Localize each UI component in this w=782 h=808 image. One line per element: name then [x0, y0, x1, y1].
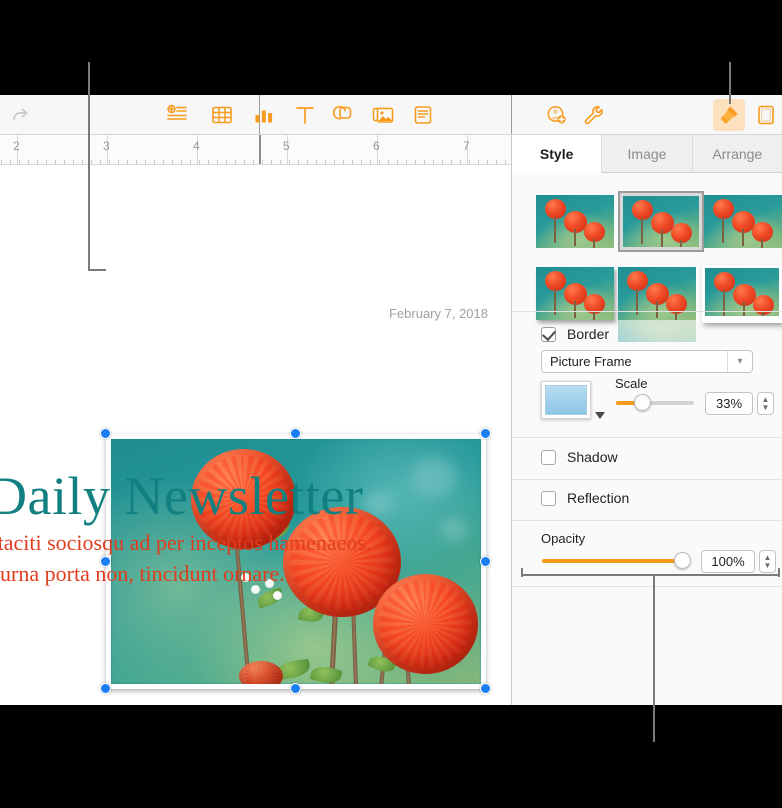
stepper-down-icon: ▼ — [761, 402, 770, 412]
reflection-label: Reflection — [567, 490, 630, 506]
opacity-stepper[interactable]: ▲ ▼ — [759, 550, 776, 573]
format-inspector-panel: Style Image Arrange Border Picture Frame… — [511, 135, 782, 705]
border-color-popup-arrow[interactable] — [595, 412, 605, 419]
selection-handle-top-center[interactable] — [290, 428, 301, 439]
chevron-down-icon: ▾ — [727, 351, 752, 372]
ruler-mark: 5 — [283, 139, 290, 153]
ruler-mark: 2 — [13, 139, 20, 153]
border-section: Border Picture Frame ▾ Scale 33% ▲ ▼ — [512, 325, 782, 435]
horizontal-ruler[interactable]: 2 3 4 5 6 7 — [0, 135, 511, 165]
border-type-select[interactable]: Picture Frame ▾ — [541, 350, 753, 373]
tab-image[interactable]: Image — [602, 135, 693, 172]
document-body-line-1: t taciti sociosqu ad per inceptos hamena… — [0, 530, 372, 555]
shadow-label: Shadow — [567, 449, 618, 465]
chart-button[interactable] — [248, 99, 280, 131]
selection-handle-top-left[interactable] — [100, 428, 111, 439]
callout-bracket-cap-left — [521, 568, 523, 577]
ruler-mark: 4 — [193, 139, 200, 153]
stepper-down-icon: ▼ — [763, 560, 772, 570]
callout-line-image-elbow — [88, 269, 106, 271]
border-scale-label: Scale — [615, 376, 648, 391]
callout-line-format-button — [729, 62, 731, 104]
comment-button[interactable] — [407, 99, 439, 131]
style-swatch-gray-frame[interactable] — [618, 191, 704, 252]
screenshot-root: 2 3 4 5 6 7 February 7, 2018 Daily Newsl… — [0, 0, 782, 808]
selection-handle-middle-right[interactable] — [480, 556, 491, 567]
document-body-line-2: s urna porta non, tincidunt ornare. — [0, 561, 285, 587]
tab-style[interactable]: Style — [512, 135, 603, 173]
selection-handle-bottom-center[interactable] — [290, 683, 301, 694]
ruler-mark: 6 — [373, 139, 380, 153]
opacity-slider[interactable] — [542, 559, 683, 563]
border-scale-stepper[interactable]: ▲ ▼ — [757, 392, 774, 415]
text-button[interactable] — [289, 99, 321, 131]
tab-arrange[interactable]: Arrange — [692, 135, 782, 172]
redo-button[interactable] — [4, 99, 36, 131]
selection-handle-bottom-left[interactable] — [100, 683, 111, 694]
border-checkbox[interactable] — [541, 327, 556, 342]
document-canvas[interactable]: February 7, 2018 Daily Newsletter t taci… — [0, 165, 511, 705]
border-type-value: Picture Frame — [550, 354, 632, 369]
reflection-checkbox[interactable] — [541, 491, 556, 506]
style-swatch-shadow[interactable] — [536, 267, 614, 320]
shadow-section: Shadow — [512, 449, 782, 482]
ruler-mark: 3 — [103, 139, 110, 153]
selection-handle-bottom-right[interactable] — [480, 683, 491, 694]
border-scale-value[interactable]: 33% — [705, 392, 753, 415]
document-date: February 7, 2018 — [388, 306, 488, 321]
ruler-margin-marker[interactable] — [259, 135, 261, 164]
callout-bracket-panel — [521, 574, 780, 576]
document-headline[interactable]: Daily Newsletter — [0, 465, 363, 527]
opacity-value[interactable]: 100% — [701, 550, 755, 573]
style-swatch-white-border[interactable] — [702, 265, 782, 323]
media-button[interactable] — [367, 99, 399, 131]
border-color-swatch[interactable] — [541, 381, 591, 419]
table-button[interactable] — [206, 99, 238, 131]
selection-handle-middle-left[interactable] — [100, 556, 111, 567]
callout-line-image — [88, 62, 90, 271]
toolbar-divider-right — [511, 95, 512, 134]
toolbar — [0, 95, 782, 135]
opacity-knob[interactable] — [674, 552, 691, 569]
border-scale-knob[interactable] — [633, 394, 651, 411]
style-swatch-plain-2[interactable] — [704, 195, 782, 248]
callout-bracket-cap-right — [778, 568, 780, 577]
reflection-section: Reflection — [512, 490, 782, 523]
border-label: Border — [567, 326, 610, 342]
document-body[interactable]: t taciti sociosqu ad per inceptos hamena… — [0, 527, 372, 589]
border-scale-slider[interactable] — [616, 401, 694, 405]
collaborate-button[interactable] — [541, 99, 573, 131]
image-styles-grid — [512, 173, 782, 342]
shadow-checkbox[interactable] — [541, 450, 556, 465]
selection-handle-top-right[interactable] — [480, 428, 491, 439]
shape-button[interactable] — [327, 99, 359, 131]
settings-button[interactable] — [577, 99, 609, 131]
opacity-label: Opacity — [541, 531, 586, 546]
ruler-mark: 7 — [463, 139, 470, 153]
app-window: 2 3 4 5 6 7 February 7, 2018 Daily Newsl… — [0, 95, 782, 705]
callout-line-panel — [653, 576, 655, 742]
inspector-tabs: Style Image Arrange — [512, 135, 782, 173]
style-swatch-plain-1[interactable] — [536, 195, 614, 248]
document-button[interactable] — [750, 99, 782, 131]
style-swatch-reflection[interactable] — [618, 267, 696, 342]
insert-list-button[interactable] — [162, 99, 194, 131]
